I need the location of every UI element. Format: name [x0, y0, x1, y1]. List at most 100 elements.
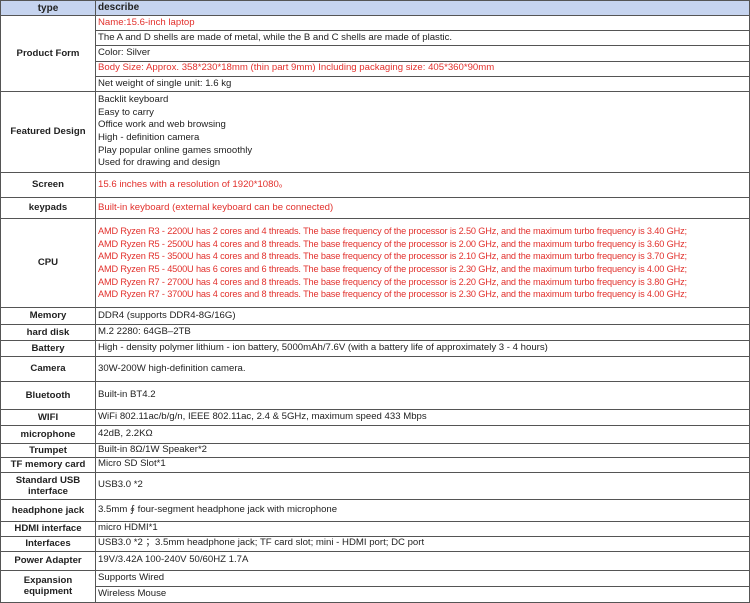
spec-value-line: Built-in keyboard (external keyboard can…: [98, 201, 334, 213]
spec-value: DDR4 (supports DDR4-8G/16G): [95, 306, 750, 325]
spec-type: Standard USB interface: [0, 471, 96, 500]
header-describe: describe: [95, 0, 750, 16]
spec-value-line: DDR4 (supports DDR4-8G/16G): [98, 309, 236, 321]
spec-type: Screen: [0, 171, 96, 198]
spec-value: Wireless Mouse: [95, 585, 750, 603]
spec-type: WIFI: [0, 408, 96, 426]
spec-value-line: AMD Ryzen R7 - 2700U has 4 cores and 8 t…: [98, 276, 687, 287]
spec-value-line: Office work and web browsing: [98, 119, 226, 131]
spec-value: M.2 2280: 64GB–2TB: [95, 323, 750, 341]
spec-value-line: AMD Ryzen R5 - 4500U has 6 cores and 6 t…: [98, 263, 687, 274]
spec-type: TF memory card: [0, 456, 96, 473]
spec-value: Backlit keyboard Easy to carry Office work…: [95, 90, 750, 173]
header-type: type: [0, 0, 96, 16]
spec-value-line: High - density polymer lithium - ion bat…: [98, 342, 548, 354]
spec-value-line: Built-in BT4.2: [98, 389, 156, 401]
spec-row-product-form: The A and D shells are made of metal, wh…: [1, 30, 750, 47]
spec-value: Built-in 8Ω/1W Speaker*2: [95, 442, 750, 458]
spec-value-line: USB3.0 *2: [98, 479, 143, 491]
spec-value-line: micro HDMI*1: [98, 522, 158, 534]
spec-value: 3.5mm ∮ four-segment headphone jack with…: [95, 498, 750, 522]
spec-type: Trumpet: [0, 442, 96, 458]
spec-value-line: WiFi 802.11ac/b/g/n, IEEE 802.11ac, 2.4 …: [98, 411, 427, 423]
spec-row-interfaces: Interfaces USB3.0 *2 ；3.5mm headphone ja…: [0, 535, 750, 552]
spec-type: Camera: [0, 355, 96, 382]
spec-value-line: AMD Ryzen R3 - 2200U has 2 cores and 4 t…: [98, 226, 687, 237]
spec-value-line: Play popular online games smoothly: [98, 144, 253, 156]
spec-value-line: M.2 2280: 64GB–2TB: [98, 326, 191, 338]
spec-value-line: High - definition camera: [98, 131, 200, 143]
spec-value: The A and D shells are made of metal, wh…: [95, 30, 750, 47]
spec-row-hard-disk: hard disk M.2 2280: 64GB–2TB: [0, 323, 750, 341]
header-row: type describe: [0, 0, 750, 16]
spec-value-line: AMD Ryzen R5 - 2500U has 4 cores and 8 t…: [98, 238, 687, 249]
spec-row-product-form: Net weight of single unit: 1.6 kg: [1, 75, 750, 92]
spec-value-line: USB3.0 *2 ；3.5mm headphone jack; TF card…: [98, 537, 425, 549]
spec-row-expansion-equipment: Expansion equipment Supports Wired: [0, 569, 750, 603]
spec-row-cpu: CPU AMD Ryzen R3 - 2200U has 2 cores and …: [0, 217, 750, 308]
spec-table: type describe Product Form Name:15.6-inch…: [0, 0, 750, 603]
spec-value: micro HDMI*1: [95, 520, 750, 537]
spec-value-line: 15.6 inches with a resolution of 1920*10…: [98, 178, 289, 190]
spec-row-product-form: Product Form Name:15.6-inch laptop: [0, 14, 750, 92]
spec-type: Battery: [0, 339, 96, 357]
spec-value-line: Easy to carry: [98, 106, 154, 118]
spec-value: 30W-200W high-definition camera.: [95, 355, 750, 382]
spec-value: Name:15.6-inch laptop: [95, 14, 750, 32]
spec-row-keypads: keypads Built-in keyboard (external keybo…: [0, 196, 750, 219]
spec-type: headphone jack: [0, 498, 96, 522]
spec-value-line: 19V/3.42A 100-240V 50/60HZ 1.7A: [98, 554, 249, 566]
spec-value: USB3.0 *2 ；3.5mm headphone jack; TF card…: [95, 535, 750, 552]
spec-row-screen: Screen 15.6 inches with a resolution of 1…: [0, 171, 750, 198]
spec-value-line: Used for drawing and design: [98, 157, 221, 169]
spec-type: Memory: [0, 306, 96, 325]
spec-value: 42dB, 2.2KΩ: [95, 424, 750, 444]
spec-value-line: AMD Ryzen R5 - 3500U has 4 cores and 8 t…: [98, 251, 687, 262]
spec-row-hdmi-interface: HDMI interface micro HDMI*1: [0, 520, 750, 537]
spec-value-line: 3.5mm ∮ four-segment headphone jack with…: [98, 503, 338, 515]
spec-type: Expansion equipment: [0, 569, 96, 603]
spec-row-camera: Camera 30W-200W high-definition camera.: [0, 355, 750, 382]
spec-value: Built-in BT4.2: [95, 380, 750, 410]
spec-type: Product Form: [0, 15, 96, 92]
spec-value: AMD Ryzen R3 - 2200U has 2 cores and 4 t…: [95, 217, 750, 308]
spec-type: hard disk: [0, 323, 96, 341]
spec-value-line: 30W-200W high-definition camera.: [98, 362, 246, 374]
spec-row-battery: Battery High - density polymer lithium - …: [0, 339, 750, 357]
spec-row-product-form: Color: Silver: [1, 45, 750, 62]
spec-value: Micro SD Slot*1: [95, 456, 750, 473]
spec-type: HDMI interface: [0, 520, 96, 537]
spec-type: keypads: [0, 196, 96, 219]
spec-row-product-form: Body Size: Approx. 358*230*18mm (thin pa…: [1, 60, 750, 77]
spec-value: 19V/3.42A 100-240V 50/60HZ 1.7A: [95, 550, 750, 571]
spec-row-trumpet: Trumpet Built-in 8Ω/1W Speaker*2: [0, 442, 750, 458]
spec-row-headphone-jack: headphone jack 3.5mm ∮ four-segment headp…: [0, 498, 750, 522]
spec-type: Power Adapter: [0, 550, 96, 571]
spec-value: WiFi 802.11ac/b/g/n, IEEE 802.11ac, 2.4 …: [95, 408, 750, 426]
spec-value: Color: Silver: [95, 45, 750, 62]
spec-value: 15.6 inches with a resolution of 1920*10…: [95, 171, 750, 198]
spec-type: Featured Design: [0, 90, 96, 173]
spec-row-power-adapter: Power Adapter 19V/3.42A 100-240V 50/60HZ …: [0, 550, 750, 571]
spec-row-featured-design: Featured Design Backlit keyboard Easy to c…: [0, 90, 750, 173]
spec-value-line: 42dB, 2.2KΩ: [98, 428, 153, 440]
spec-value: High - density polymer lithium - ion bat…: [95, 339, 750, 357]
spec-row-bluetooth: Bluetooth Built-in BT4.2: [0, 380, 750, 410]
spec-value-line: Built-in 8Ω/1W Speaker*2: [98, 443, 208, 455]
spec-value: Built-in keyboard (external keyboard can…: [95, 196, 750, 219]
spec-type: Interfaces: [0, 535, 96, 552]
spec-row-wifi: WIFI WiFi 802.11ac/b/g/n, IEEE 802.11ac, …: [0, 408, 750, 426]
spec-row-microphone: microphone 42dB, 2.2KΩ: [0, 424, 750, 444]
spec-row-tf-memory-card: TF memory card Micro SD Slot*1: [0, 456, 750, 473]
spec-row-memory: Memory DDR4 (supports DDR4-8G/16G): [0, 306, 750, 325]
spec-row-standard-usb-interface: Standard USB interface USB3.0 *2: [0, 471, 750, 500]
spec-row-expansion-equipment: Wireless Mouse: [1, 585, 750, 603]
spec-value-line: AMD Ryzen R7 - 3700U has 4 cores and 8 t…: [98, 289, 687, 300]
spec-value: USB3.0 *2: [95, 471, 750, 500]
spec-value-line: Backlit keyboard: [98, 94, 169, 106]
spec-type: microphone: [0, 424, 96, 444]
spec-value: Supports Wired: [95, 569, 750, 587]
spec-value-line: Micro SD Slot*1: [98, 458, 166, 470]
spec-value: Net weight of single unit: 1.6 kg: [95, 75, 750, 92]
spec-type: Bluetooth: [0, 380, 96, 410]
